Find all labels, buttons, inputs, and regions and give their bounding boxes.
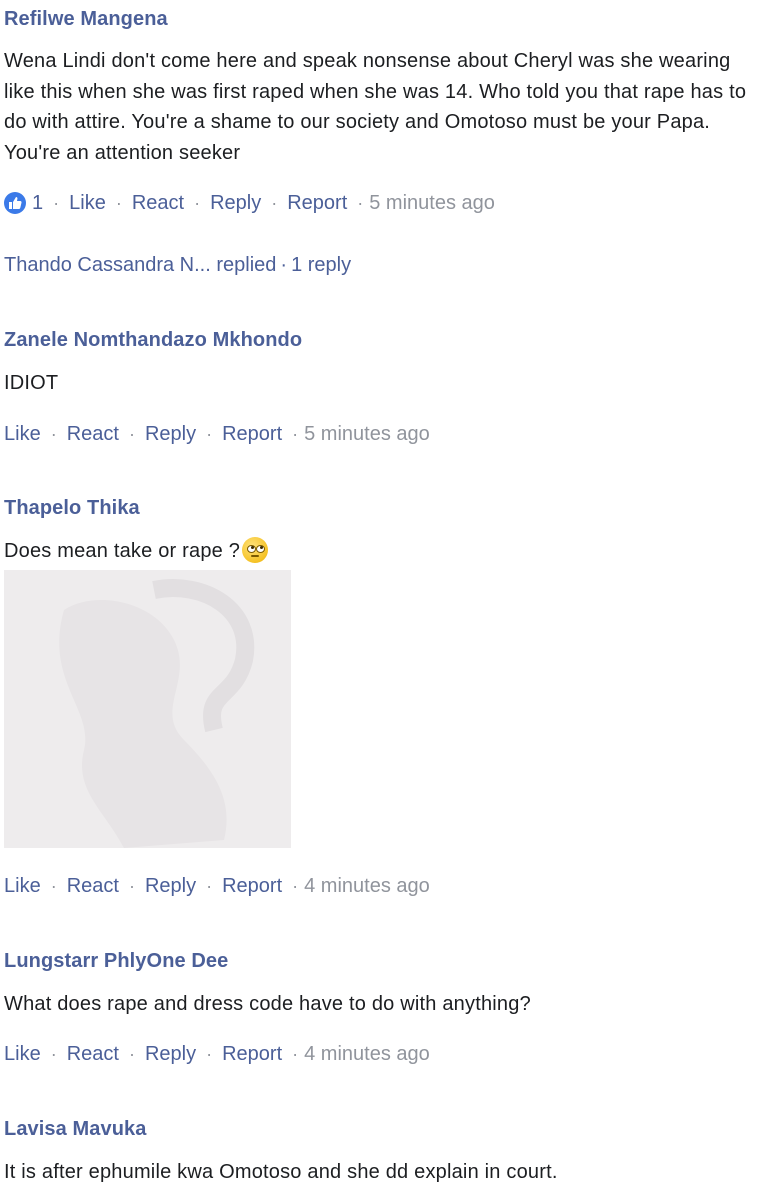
comment-text: IDIOT [4, 372, 59, 394]
comment-text-content: Does mean take or rape ? [4, 540, 241, 562]
reply-button[interactable]: Reply [145, 1043, 196, 1066]
comment-author[interactable]: Zanele Nomthandazo Mkhondo [4, 329, 302, 352]
like-button[interactable]: Like [4, 423, 41, 446]
separator: · [128, 1043, 135, 1064]
report-button[interactable]: Report [287, 192, 347, 215]
separator: · [206, 1043, 213, 1064]
separator: · [292, 875, 299, 896]
report-button[interactable]: Report [222, 875, 282, 898]
comment-text: What does rape and dress code have to do… [4, 993, 531, 1015]
comment-text: Wena Lindi don't come here and speak non… [4, 50, 747, 165]
separator: · [115, 192, 122, 213]
separator: · [50, 423, 57, 444]
comment-image-attachment[interactable] [4, 570, 291, 848]
comment-timestamp: 4 minutes ago [304, 874, 430, 897]
comment-author[interactable]: Lavisa Mavuka [4, 1118, 147, 1141]
separator: · [194, 192, 201, 213]
comment-timestamp: 5 minutes ago [304, 422, 430, 445]
comment-feed: Refilwe Mangena Wena Lindi don't come he… [0, 0, 772, 1201]
report-button[interactable]: Report [222, 423, 282, 446]
report-button[interactable]: Report [222, 1043, 282, 1066]
like-button[interactable]: Like [69, 192, 106, 215]
comment-actions: Like · React · Reply · Report · 4 minute… [4, 1039, 430, 1069]
comment-author[interactable]: Thapelo Thika [4, 497, 140, 520]
comment-actions: 1 · Like · React · Reply · Report · 5 mi… [4, 188, 495, 218]
separator: · [292, 423, 299, 444]
separator: · [50, 1043, 57, 1064]
separator: · [53, 192, 60, 213]
separator: · [206, 423, 213, 444]
separator: · [280, 254, 288, 276]
separator: · [357, 192, 364, 213]
separator: · [50, 875, 57, 896]
comment-author[interactable]: Lungstarr PhlyOne Dee [4, 950, 228, 973]
separator: · [128, 423, 135, 444]
reply-button[interactable]: Reply [145, 875, 196, 898]
reply-author[interactable]: Thando Cassandra N... [4, 254, 211, 276]
comment-actions: Like · React · Reply · Report · 5 minute… [4, 419, 430, 449]
comment-text: Does mean take or rape ? [4, 536, 766, 567]
comment-timestamp: 5 minutes ago [369, 191, 495, 214]
reply-button[interactable]: Reply [210, 192, 261, 215]
react-button[interactable]: React [132, 192, 184, 215]
separator: · [292, 1043, 299, 1064]
rolling-eyes-emoji-icon [242, 537, 269, 563]
separator: · [206, 875, 213, 896]
like-button[interactable]: Like [4, 1043, 41, 1066]
reaction-count[interactable]: 1 [32, 192, 43, 215]
separator: · [271, 192, 278, 213]
like-button[interactable]: Like [4, 875, 41, 898]
comment-timestamp: 4 minutes ago [304, 1042, 430, 1065]
reply-button[interactable]: Reply [145, 423, 196, 446]
replied-label[interactable]: replied [216, 254, 276, 276]
react-button[interactable]: React [67, 423, 119, 446]
separator: · [128, 875, 135, 896]
comment-author[interactable]: Refilwe Mangena [4, 8, 168, 31]
like-thumb-icon[interactable] [4, 192, 26, 214]
comment-text: It is after ephumile kwa Omotoso and she… [4, 1161, 558, 1183]
react-button[interactable]: React [67, 875, 119, 898]
replies-summary[interactable]: Thando Cassandra N... replied · 1 reply [4, 254, 351, 277]
comment-actions: Like · React · Reply · Report · 4 minute… [4, 871, 430, 901]
reply-count-link[interactable]: 1 reply [291, 254, 351, 276]
react-button[interactable]: React [67, 1043, 119, 1066]
